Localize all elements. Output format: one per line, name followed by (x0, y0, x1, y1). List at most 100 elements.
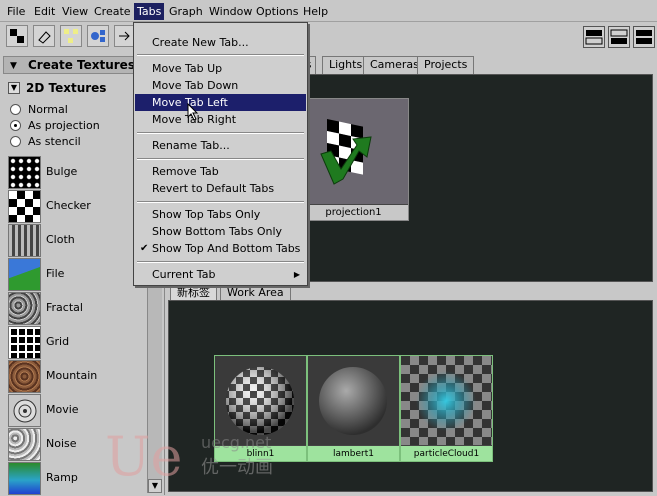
texture-label: Grid (46, 335, 70, 348)
layout-top-icon[interactable] (583, 26, 605, 48)
lambert-sphere-icon (319, 367, 387, 435)
collapse-box-icon: ▼ (8, 82, 20, 94)
radio-as-stencil[interactable]: As stencil (10, 134, 81, 150)
texture-label: Movie (46, 403, 79, 416)
menu-help[interactable]: Help (300, 3, 331, 20)
texture-file[interactable]: File (8, 258, 138, 292)
texture-label: Mountain (46, 369, 98, 382)
ramp-swatch-icon (8, 462, 41, 495)
menu-separator (137, 158, 304, 160)
noise-swatch-icon (8, 428, 41, 461)
menu-item-label: Move Tab Up (152, 62, 223, 75)
watermark-logo-icon: Ue (105, 425, 183, 488)
menu-move-tab-down[interactable]: Move Tab Down (135, 77, 306, 94)
tab-projects[interactable]: Projects (417, 56, 475, 74)
texture-label: Fractal (46, 301, 83, 314)
texture-label: File (46, 267, 65, 280)
texture-label: Bulge (46, 165, 78, 178)
texture-movie[interactable]: Movie (8, 394, 138, 428)
menu-move-tab-up[interactable]: Move Tab Up (135, 60, 306, 77)
menu-bar: File Edit View Create Tabs Graph Window … (0, 0, 657, 22)
grid-swatch-icon (8, 326, 41, 359)
texture-grid[interactable]: Grid (8, 326, 138, 360)
radio-label: As projection (28, 119, 100, 132)
menu-item-label: Current Tab (152, 268, 216, 281)
node-label: lambert1 (308, 445, 399, 461)
menu-separator (137, 54, 304, 56)
movie-swatch-icon (8, 394, 41, 427)
checker-mode-icon[interactable] (6, 25, 28, 47)
menu-item-label: Show Top Tabs Only (152, 208, 261, 221)
menu-view[interactable]: View (59, 3, 91, 20)
menu-item-label: Show Top And Bottom Tabs (152, 242, 301, 255)
graph-layout-icon[interactable] (60, 25, 82, 47)
menu-separator (137, 132, 304, 134)
watermark: Ue uecg.net 优一动画 (105, 425, 305, 495)
texture-label: Cloth (46, 233, 75, 246)
radio-button-icon[interactable] (10, 120, 21, 131)
menu-item-label: Move Tab Down (152, 79, 239, 92)
menu-options[interactable]: Options (253, 3, 301, 20)
eraser-icon[interactable] (33, 25, 55, 47)
2d-textures-header[interactable]: ▼ 2D Textures (6, 79, 130, 97)
radio-normal[interactable]: Normal (10, 102, 68, 118)
radio-button-icon[interactable] (10, 136, 21, 147)
tabs-dropdown-menu: Create New Tab... Move Tab Up Move Tab D… (133, 22, 308, 286)
menu-move-tab-left[interactable]: Move Tab Left (135, 94, 306, 111)
submenu-arrow-icon: ▶ (293, 270, 300, 279)
material-particle-cloud[interactable]: particleCloud1 (400, 355, 493, 462)
texture-label: Ramp (46, 471, 78, 484)
menu-graph[interactable]: Graph (166, 3, 206, 20)
collapse-arrow-icon: ▼ (10, 61, 17, 71)
bulge-swatch-icon (8, 156, 41, 189)
checker-swatch-icon (8, 190, 41, 223)
menu-show-top-tabs-only[interactable]: Show Top Tabs Only (135, 206, 306, 223)
menu-show-bottom-tabs-only[interactable]: Show Bottom Tabs Only (135, 223, 306, 240)
material-lambert[interactable]: lambert1 (307, 355, 400, 462)
texture-mountain[interactable]: Mountain (8, 360, 138, 394)
projection-icon (320, 119, 372, 185)
texture-label: Noise (46, 437, 77, 450)
network-icon[interactable] (87, 25, 109, 47)
menu-tabs[interactable]: Tabs (134, 3, 165, 20)
menu-move-tab-right[interactable]: Move Tab Right (135, 111, 306, 128)
menu-create-new-tab[interactable]: Create New Tab... (135, 34, 306, 51)
mountain-swatch-icon (8, 360, 41, 393)
menu-current-tab[interactable]: Current Tab ▶ (135, 266, 306, 283)
menu-file[interactable]: File (4, 3, 28, 20)
panel-title: Create Textures (28, 58, 135, 72)
texture-cloth[interactable]: Cloth (8, 224, 138, 258)
texture-checker[interactable]: Checker (8, 190, 138, 224)
menu-revert-default-tabs[interactable]: Revert to Default Tabs (135, 180, 306, 197)
node-label: projection1 (299, 204, 408, 220)
file-swatch-icon (8, 258, 41, 291)
menu-separator (137, 201, 304, 203)
menu-item-label: Remove Tab (152, 165, 219, 178)
node-label: particleCloud1 (401, 445, 492, 461)
watermark-name: 优一动画 (201, 457, 273, 478)
watermark-url: uecg.net (201, 433, 272, 452)
radio-as-projection[interactable]: As projection (10, 118, 100, 134)
particle-cloud-icon (401, 356, 492, 445)
menu-show-top-and-bottom-tabs[interactable]: ✔ Show Top And Bottom Tabs (135, 240, 306, 257)
menu-edit[interactable]: Edit (31, 3, 58, 20)
menu-rename-tab[interactable]: Rename Tab... (135, 137, 306, 154)
fractal-swatch-icon (8, 292, 41, 325)
radio-label: Normal (28, 103, 68, 116)
radio-button-icon[interactable] (10, 104, 21, 115)
layout-bottom-icon[interactable] (608, 26, 630, 48)
menu-window[interactable]: Window (206, 3, 255, 20)
mouse-cursor-icon (187, 103, 199, 121)
toolbar (0, 23, 657, 50)
section-title: 2D Textures (26, 81, 107, 95)
layout-both-icon[interactable] (633, 26, 655, 48)
radio-label: As stencil (28, 135, 81, 148)
projection-node[interactable]: projection1 (298, 98, 409, 221)
check-icon: ✔ (140, 243, 149, 254)
menu-item-label: Show Bottom Tabs Only (152, 225, 283, 238)
menu-remove-tab[interactable]: Remove Tab (135, 163, 306, 180)
texture-fractal[interactable]: Fractal (8, 292, 138, 326)
create-textures-header[interactable]: ▼ Create Textures (3, 56, 145, 74)
menu-create[interactable]: Create (91, 3, 134, 20)
texture-bulge[interactable]: Bulge (8, 156, 138, 190)
